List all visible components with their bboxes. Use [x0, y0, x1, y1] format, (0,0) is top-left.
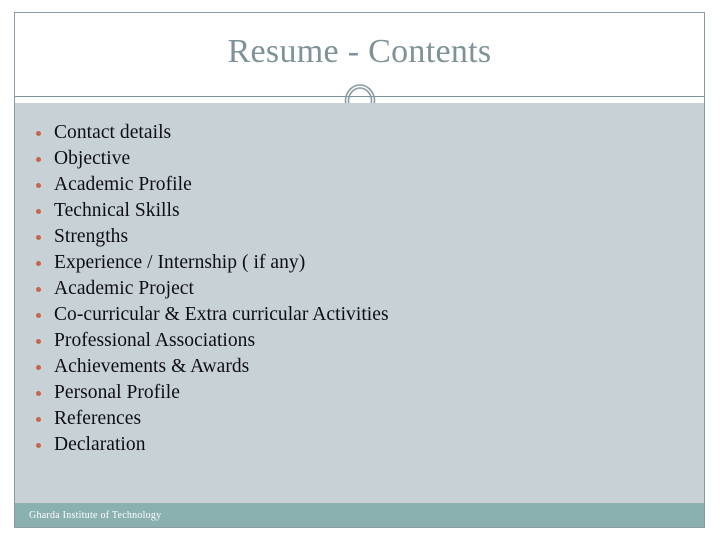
bullet-icon	[36, 417, 41, 422]
list-item[interactable]: Technical Skills	[33, 198, 694, 224]
bullet-icon	[36, 235, 41, 240]
bullet-icon	[36, 157, 41, 162]
list-item[interactable]: Experience / Internship ( if any)	[33, 250, 694, 276]
contents-list: Contact details Objective Academic Profi…	[33, 120, 694, 458]
list-item[interactable]: Strengths	[33, 224, 694, 250]
bullet-icon	[36, 261, 41, 266]
list-item[interactable]: Academic Project	[33, 276, 694, 302]
bullet-icon	[36, 443, 41, 448]
list-item-label: Technical Skills	[54, 200, 180, 221]
list-item[interactable]: Personal Profile	[33, 380, 694, 406]
page-title: Resume - Contents	[227, 32, 492, 70]
footer-organization-label: Gharda Institute of Technology	[29, 510, 162, 521]
list-item-label: Declaration	[54, 434, 146, 455]
bullet-icon	[36, 391, 41, 396]
presentation-slide: Resume - Contents Contact details Object…	[0, 0, 720, 540]
list-item-label: Academic Profile	[54, 174, 192, 195]
slide-body: Contact details Objective Academic Profi…	[15, 103, 704, 503]
bullet-icon	[36, 365, 41, 370]
list-item-label: Experience / Internship ( if any)	[54, 252, 306, 273]
list-item[interactable]: Declaration	[33, 432, 694, 458]
list-item-label: Co-curricular & Extra curricular Activit…	[54, 304, 389, 325]
list-item[interactable]: Co-curricular & Extra curricular Activit…	[33, 302, 694, 328]
bullet-icon	[36, 339, 41, 344]
list-item-label: Strengths	[54, 226, 129, 247]
bullet-icon	[36, 183, 41, 188]
list-item-label: Objective	[54, 148, 131, 169]
list-item[interactable]: Academic Profile	[33, 172, 694, 198]
bullet-icon	[36, 287, 41, 292]
bullet-icon	[36, 209, 41, 214]
slide-footer: Gharda Institute of Technology	[15, 503, 704, 528]
list-item-label: Achievements & Awards	[54, 356, 250, 377]
list-item[interactable]: Objective	[33, 146, 694, 172]
list-item-label: Personal Profile	[54, 382, 180, 403]
bullet-icon	[36, 313, 41, 318]
list-item[interactable]: References	[33, 406, 694, 432]
list-item-label: Professional Associations	[54, 330, 256, 351]
list-item-label: Contact details	[54, 122, 172, 143]
list-item[interactable]: Professional Associations	[33, 328, 694, 354]
list-item[interactable]: Contact details	[33, 120, 694, 146]
bullet-icon	[36, 131, 41, 136]
list-item-label: References	[54, 408, 142, 429]
list-item[interactable]: Achievements & Awards	[33, 354, 694, 380]
list-item-label: Academic Project	[54, 278, 194, 299]
